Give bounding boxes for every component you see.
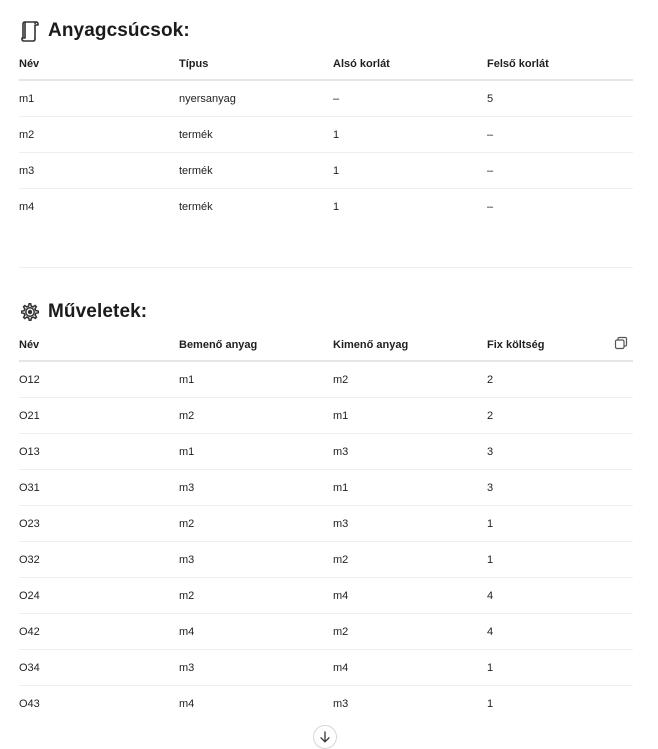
- cell-lower: 1: [333, 200, 340, 213]
- cell-name: O42: [19, 613, 179, 650]
- cell-name: O24: [19, 577, 179, 614]
- scroll-icon: [19, 20, 41, 42]
- cell-name: O12: [19, 361, 179, 398]
- cell-type: termék: [179, 116, 333, 153]
- table-row: m3 termék 1 –: [19, 152, 633, 189]
- cell-output: m2: [333, 541, 487, 578]
- cell-output: m4: [333, 649, 487, 686]
- cell-input: m2: [179, 505, 333, 542]
- operations-heading: Műveletek:: [19, 297, 633, 327]
- materials-header-upper: Felső korlát: [487, 49, 633, 81]
- cell-cost: 1: [487, 697, 494, 710]
- scroll-down-button[interactable]: [313, 725, 337, 749]
- operations-header-input: Bemenő anyag: [179, 330, 333, 362]
- cell-output: m3: [333, 433, 487, 470]
- cell-input: m3: [179, 541, 333, 578]
- table-row: O43 m4 m3 1: [19, 686, 633, 722]
- operations-header-row: Név Bemenő anyag Kimenő anyag Fix költsé…: [19, 330, 633, 362]
- operations-header-name: Név: [19, 330, 179, 362]
- operations-title: Műveletek:: [48, 301, 148, 322]
- cell-name: O43: [19, 697, 40, 710]
- cell-type: termék: [179, 200, 213, 213]
- table-row: O42 m4 m2 4: [19, 613, 633, 650]
- table-row: O24 m2 m4 4: [19, 577, 633, 614]
- cell-input: m4: [179, 697, 195, 710]
- materials-section: Anyagcsúcsok: Név Típus Alsó korlát Fels…: [19, 16, 633, 224]
- cell-lower: –: [333, 80, 487, 117]
- cell-cost: 3: [487, 433, 633, 470]
- cell-name: O34: [19, 649, 179, 686]
- cell-name: m1: [19, 80, 179, 117]
- table-row: O12 m1 m2 2: [19, 361, 633, 398]
- cell-name: O21: [19, 397, 179, 434]
- table-row: m2 termék 1 –: [19, 116, 633, 153]
- table-row: O34 m3 m4 1: [19, 649, 633, 686]
- cell-output: m3: [333, 697, 349, 710]
- materials-header-type: Típus: [179, 49, 333, 81]
- cell-upper: –: [487, 152, 633, 189]
- materials-heading: Anyagcsúcsok:: [19, 16, 633, 46]
- cell-name: O23: [19, 505, 179, 542]
- cell-output: m1: [333, 469, 487, 506]
- operations-table-wrapper: Név Bemenő anyag Kimenő anyag Fix költsé…: [19, 330, 633, 721]
- operations-header-output: Kimenő anyag: [333, 330, 487, 362]
- cell-lower: 1: [333, 116, 487, 153]
- table-row: m4 termék 1 –: [19, 189, 633, 225]
- cell-cost: 1: [487, 649, 633, 686]
- operations-section: Műveletek: Név Bemenő anyag Kimenő anyag…: [19, 297, 633, 721]
- cell-lower: 1: [333, 152, 487, 189]
- cell-name: O13: [19, 433, 179, 470]
- cell-name: O31: [19, 469, 179, 506]
- cell-type: termék: [179, 152, 333, 189]
- cell-upper: –: [487, 200, 494, 213]
- cell-cost: 4: [487, 613, 633, 650]
- cell-input: m2: [179, 577, 333, 614]
- cell-name: m2: [19, 116, 179, 153]
- materials-header-lower: Alsó korlát: [333, 49, 487, 81]
- cell-output: m3: [333, 505, 487, 542]
- cell-name: m3: [19, 152, 179, 189]
- cell-cost: 3: [487, 469, 633, 506]
- table-row: O13 m1 m3 3: [19, 433, 633, 470]
- cell-output: m2: [333, 361, 487, 398]
- cell-input: m1: [179, 361, 333, 398]
- cell-name: O32: [19, 541, 179, 578]
- cell-cost: 4: [487, 577, 633, 614]
- table-row: O23 m2 m3 1: [19, 505, 633, 542]
- table-row: O31 m3 m1 3: [19, 469, 633, 506]
- operations-header-cost: Fix költség: [487, 330, 633, 362]
- cell-input: m4: [179, 613, 333, 650]
- cell-input: m1: [179, 433, 333, 470]
- cell-output: m2: [333, 613, 487, 650]
- cell-cost: 1: [487, 505, 633, 542]
- cell-cost: 2: [487, 361, 633, 398]
- cell-cost: 2: [487, 397, 633, 434]
- cell-input: m3: [179, 649, 333, 686]
- materials-table: Név Típus Alsó korlát Felső korlát m1 ny…: [19, 49, 633, 224]
- gear-icon: [19, 301, 41, 323]
- cell-cost: 1: [487, 541, 633, 578]
- operations-table: Név Bemenő anyag Kimenő anyag Fix költsé…: [19, 330, 633, 721]
- copy-icon[interactable]: [614, 336, 630, 352]
- cell-output: m1: [333, 397, 487, 434]
- table-row: m1 nyersanyag – 5: [19, 80, 633, 117]
- cell-upper: –: [487, 116, 633, 153]
- arrow-down-icon: [319, 731, 331, 743]
- materials-header-name: Név: [19, 49, 179, 81]
- table-row: O32 m3 m2 1: [19, 541, 633, 578]
- cell-input: m3: [179, 469, 333, 506]
- materials-header-row: Név Típus Alsó korlát Felső korlát: [19, 49, 633, 81]
- cell-name: m4: [19, 200, 35, 213]
- cell-input: m2: [179, 397, 333, 434]
- cell-upper: 5: [487, 80, 633, 117]
- cell-output: m4: [333, 577, 487, 614]
- materials-title: Anyagcsúcsok:: [48, 20, 190, 41]
- table-row: O21 m2 m1 2: [19, 397, 633, 434]
- cell-type: nyersanyag: [179, 80, 333, 117]
- section-divider: [19, 267, 633, 268]
